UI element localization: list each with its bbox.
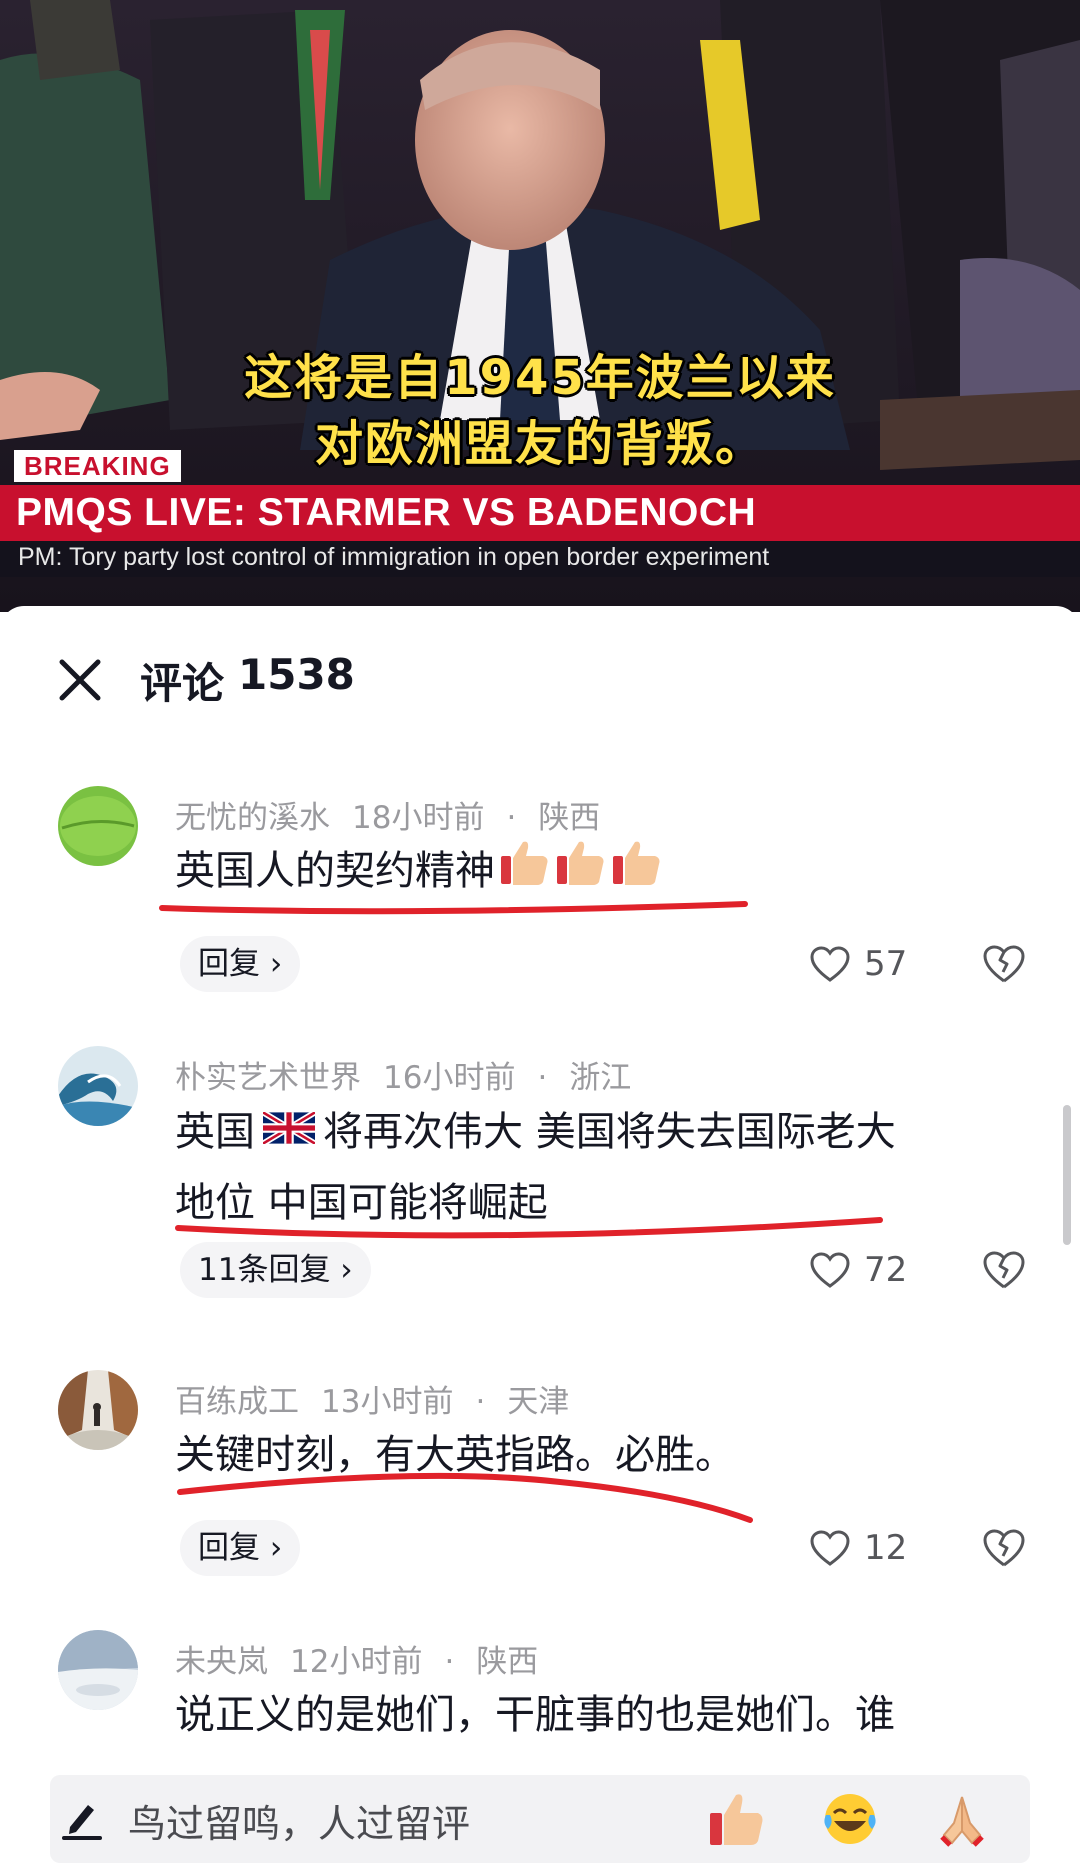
close-icon[interactable] (56, 656, 104, 704)
reply-button[interactable]: 回复 › (180, 936, 301, 992)
comment-time: 18小时前 (352, 800, 485, 836)
view-replies-button[interactable]: 11条回复 › (180, 1242, 371, 1298)
video-player[interactable]: 这将是自1945年波兰以来 对欧洲盟友的背叛。 BREAKING PMQS LI… (0, 0, 1080, 612)
comment-meta: 无忧的溪水 18小时前 · 陕西 (175, 792, 622, 837)
like-button[interactable]: 57 (810, 936, 907, 992)
thumbs-up-icon (555, 838, 607, 908)
like-count: 57 (864, 944, 908, 984)
praying-hands-icon[interactable] (932, 1789, 992, 1849)
laughing-crying-icon[interactable] (820, 1789, 880, 1849)
heart-icon (810, 1530, 850, 1566)
dislike-button[interactable] (982, 1248, 1026, 1292)
dislike-button[interactable] (982, 942, 1026, 986)
comment-time: 16小时前 (383, 1060, 516, 1096)
comments-count: 1538 (238, 650, 355, 699)
comment-text-block: 说正义的是她们，干脏事的也是她们。谁 (175, 1682, 1035, 1748)
comment-meta: 百练成工 13小时前 · 天津 (175, 1376, 591, 1421)
avatar[interactable] (58, 1370, 138, 1450)
meta-separator: · (475, 1384, 486, 1420)
comment-input-placeholder[interactable]: 鸟过留鸣，人过留评 (128, 1793, 470, 1848)
dislike-button[interactable] (982, 1526, 1026, 1570)
comment-text-part: 英国 (175, 1109, 255, 1155)
comment-text: 英国人的契约精神 (175, 848, 495, 894)
comment-location: 浙江 (569, 1060, 632, 1096)
thumbs-up-icon (499, 838, 551, 908)
uk-flag-icon (261, 1098, 317, 1164)
video-subtitle-line-1: 这将是自1945年波兰以来 (244, 350, 836, 406)
comment-meta: 未央岚 12小时前 · 陕西 (175, 1636, 560, 1681)
comment-location: 天津 (507, 1384, 570, 1420)
comment-text-block: 关键时刻，有大英指路。必胜。 (175, 1422, 1015, 1488)
heart-icon (810, 946, 850, 982)
thumbs-up-icon[interactable] (706, 1789, 766, 1849)
meta-separator: · (506, 800, 517, 836)
breaking-label: BREAKING (14, 450, 181, 482)
comment-location: 陕西 (538, 800, 601, 836)
comment-location: 陕西 (476, 1644, 539, 1680)
comment-username[interactable]: 朴实艺术世界 (175, 1060, 361, 1096)
comment-username[interactable]: 未央岚 (175, 1644, 268, 1680)
comment-text-block: 英国人的契约精神 (175, 838, 1015, 908)
comment-text-block: 英国 将再次伟大 美国将失去国际老大地位 中国可能将崛起 (175, 1098, 1015, 1236)
like-button[interactable]: 12 (810, 1520, 907, 1576)
thumbs-up-icon (611, 838, 663, 908)
comment-input-bar[interactable]: 鸟过留鸣，人过留评 (50, 1775, 1030, 1863)
avatar[interactable] (58, 1046, 138, 1126)
avatar[interactable] (58, 1630, 138, 1710)
avatar[interactable] (58, 786, 138, 866)
meta-separator: · (444, 1644, 455, 1680)
comment-sheet: 评论 1538 无忧的溪水 18小时前 · 陕西 英国人的契约精神 回复 › 57 (0, 606, 1080, 1868)
comments-title-label: 评论 (140, 659, 225, 708)
headline-banner: PMQS LIVE: STARMER VS BADENOCH (0, 485, 1080, 541)
comment-text: 说正义的是她们，干脏事的也是她们。谁 (175, 1692, 895, 1738)
comment-time: 12小时前 (290, 1644, 423, 1680)
like-count: 72 (864, 1250, 908, 1290)
comment-text-part: 地位 中国可能将崛起 (175, 1180, 548, 1226)
comment-text-part: 将再次伟大 美国将失去国际老大 (323, 1109, 896, 1155)
like-button[interactable]: 72 (810, 1242, 907, 1298)
reply-button[interactable]: 回复 › (180, 1520, 301, 1576)
comment-text: 关键时刻，有大英指路。必胜。 (175, 1432, 735, 1478)
news-ticker: PM: Tory party lost control of immigrati… (0, 541, 1080, 577)
comment-username[interactable]: 百练成工 (175, 1384, 299, 1420)
ticker-text: PM: Tory party lost control of immigrati… (18, 543, 770, 571)
like-count: 12 (864, 1528, 908, 1568)
heart-icon (810, 1252, 850, 1288)
broken-heart-icon (983, 945, 1025, 983)
meta-separator: · (537, 1060, 548, 1096)
broken-heart-icon (983, 1529, 1025, 1567)
comments-title: 评论 1538 (140, 650, 355, 711)
comment-time: 13小时前 (321, 1384, 454, 1420)
headline-text: PMQS LIVE: STARMER VS BADENOCH (16, 491, 757, 534)
comment-meta: 朴实艺术世界 16小时前 · 浙江 (175, 1052, 653, 1097)
scrollbar[interactable] (1063, 1105, 1071, 1245)
broken-heart-icon (983, 1251, 1025, 1289)
pencil-icon (62, 1797, 102, 1841)
comment-username[interactable]: 无忧的溪水 (175, 800, 330, 836)
